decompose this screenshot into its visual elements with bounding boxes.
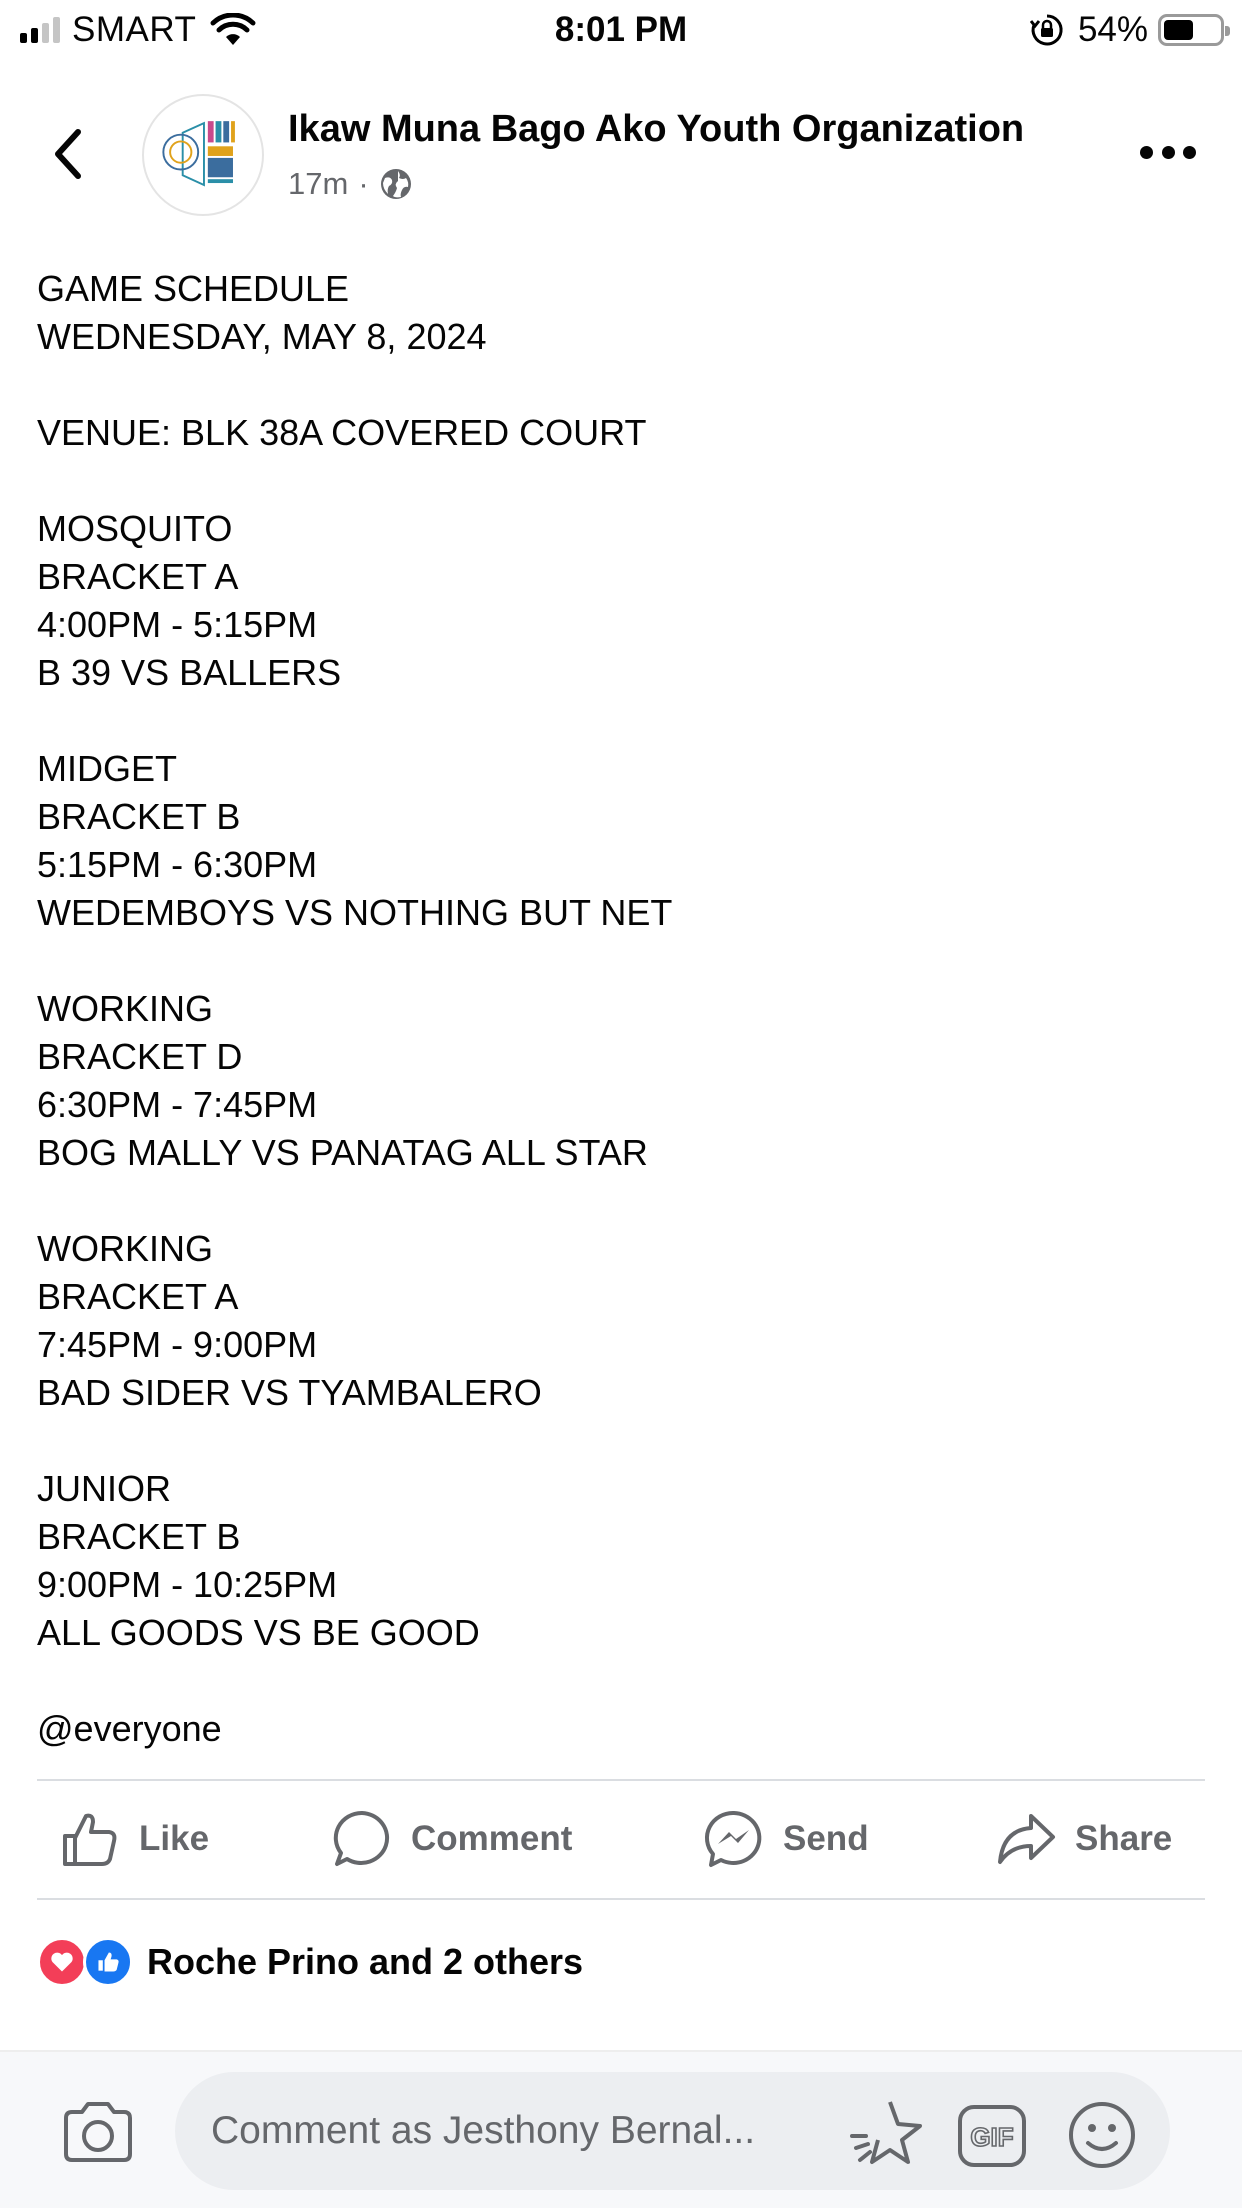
post-timestamp[interactable]: 17m	[288, 166, 348, 202]
post-line	[37, 1417, 1207, 1465]
post-line: BRACKET A	[37, 1276, 239, 1317]
post-line: WORKING	[37, 1228, 213, 1269]
actions-bottom-divider	[37, 1898, 1205, 1900]
camera-icon[interactable]	[60, 2098, 136, 2166]
post-line: BRACKET D	[37, 1036, 243, 1077]
post-line	[37, 361, 1207, 409]
love-icon	[37, 1937, 87, 1987]
more-options-icon[interactable]	[1140, 140, 1196, 164]
comment-label: Comment	[411, 1819, 573, 1858]
post-line: MOSQUITO	[37, 508, 233, 549]
send-button[interactable]: Send	[703, 1780, 869, 1898]
post-line: WEDEMBOYS VS NOTHING BUT NET	[37, 892, 673, 933]
gif-icon: GIF	[958, 2105, 1026, 2167]
meta-separator: ·	[358, 166, 369, 201]
thumbs-up-icon	[63, 1813, 117, 1866]
post-line: GAME SCHEDULE	[37, 268, 350, 309]
post-line	[37, 1177, 1207, 1225]
post-line	[37, 937, 1207, 985]
page-avatar[interactable]	[142, 94, 264, 216]
post-line	[37, 457, 1207, 505]
back-chevron-icon[interactable]	[46, 124, 90, 184]
comment-button[interactable]: Comment	[331, 1780, 572, 1898]
reactions-summary[interactable]: Roche Prino and 2 others	[37, 1935, 583, 1989]
like-label: Like	[139, 1819, 210, 1858]
messenger-icon	[705, 1810, 762, 1867]
post-line: VENUE: BLK 38A COVERED COURT	[37, 412, 647, 453]
organization-logo-icon	[146, 98, 260, 212]
share-label: Share	[1075, 1819, 1173, 1858]
share-arrow-icon	[998, 1814, 1055, 1864]
send-label: Send	[783, 1819, 869, 1858]
post-line	[37, 697, 1207, 745]
post-author-name[interactable]: Ikaw Muna Bago Ako Youth Organization	[288, 108, 1024, 151]
post-line: WORKING	[37, 988, 213, 1029]
mention-everyone[interactable]: @everyone	[37, 1705, 1207, 1753]
post-line: WEDNESDAY, MAY 8, 2024	[37, 316, 487, 357]
like-button[interactable]: Like	[59, 1780, 209, 1898]
post-line: 7:45PM - 9:00PM	[37, 1324, 318, 1365]
share-button[interactable]: Share	[995, 1780, 1172, 1898]
battery-percent: 54%	[1077, 10, 1148, 49]
battery-fill	[1164, 20, 1194, 40]
comment-bubble-icon	[333, 1810, 390, 1866]
post-line: BOG MALLY VS PANATAG ALL STAR	[37, 1132, 648, 1173]
battery-icon	[1158, 14, 1230, 46]
reactions-text: Roche Prino and 2 others	[147, 1941, 584, 1982]
post-line: 4:00PM - 5:15PM	[37, 604, 318, 645]
post-line: MIDGET	[37, 748, 177, 789]
post-actions-bar: Like Comment Send Share	[37, 1780, 1205, 1898]
post-line: BRACKET A	[37, 556, 239, 597]
post-line: B 39 VS BALLERS	[37, 652, 342, 693]
status-bar-right: 54%	[1029, 10, 1230, 50]
status-bar: SMART 8:01 PM 54%	[0, 0, 1242, 62]
post-line: 6:30PM - 7:45PM	[37, 1084, 318, 1125]
post-text: GAME SCHEDULE WEDNESDAY, MAY 8, 2024 VEN…	[37, 265, 1207, 1753]
sticker-icon[interactable]	[846, 2096, 924, 2174]
post-line: BRACKET B	[37, 796, 241, 837]
post-line: BAD SIDER VS TYAMBALERO	[37, 1372, 542, 1413]
post-line	[37, 1657, 1207, 1705]
comment-composer-bar: GIF	[0, 2050, 1242, 2208]
gif-label: GIF	[970, 2122, 1013, 2152]
post-line: 5:15PM - 6:30PM	[37, 844, 318, 885]
emoji-icon[interactable]	[1066, 2099, 1138, 2171]
post-line: 9:00PM - 10:25PM	[37, 1564, 338, 1605]
post-line: ALL GOODS VS BE GOOD	[37, 1612, 480, 1653]
post-line: BRACKET B	[37, 1516, 241, 1557]
post-line: JUNIOR	[37, 1468, 171, 1509]
post-meta: 17m ·	[288, 166, 413, 202]
like-icon	[83, 1937, 133, 1987]
gif-button[interactable]: GIF	[957, 2104, 1027, 2168]
globe-icon	[380, 169, 411, 199]
post-header: Ikaw Muna Bago Ako Youth Organization 17…	[0, 90, 1242, 220]
rotation-lock-icon	[1029, 14, 1063, 46]
